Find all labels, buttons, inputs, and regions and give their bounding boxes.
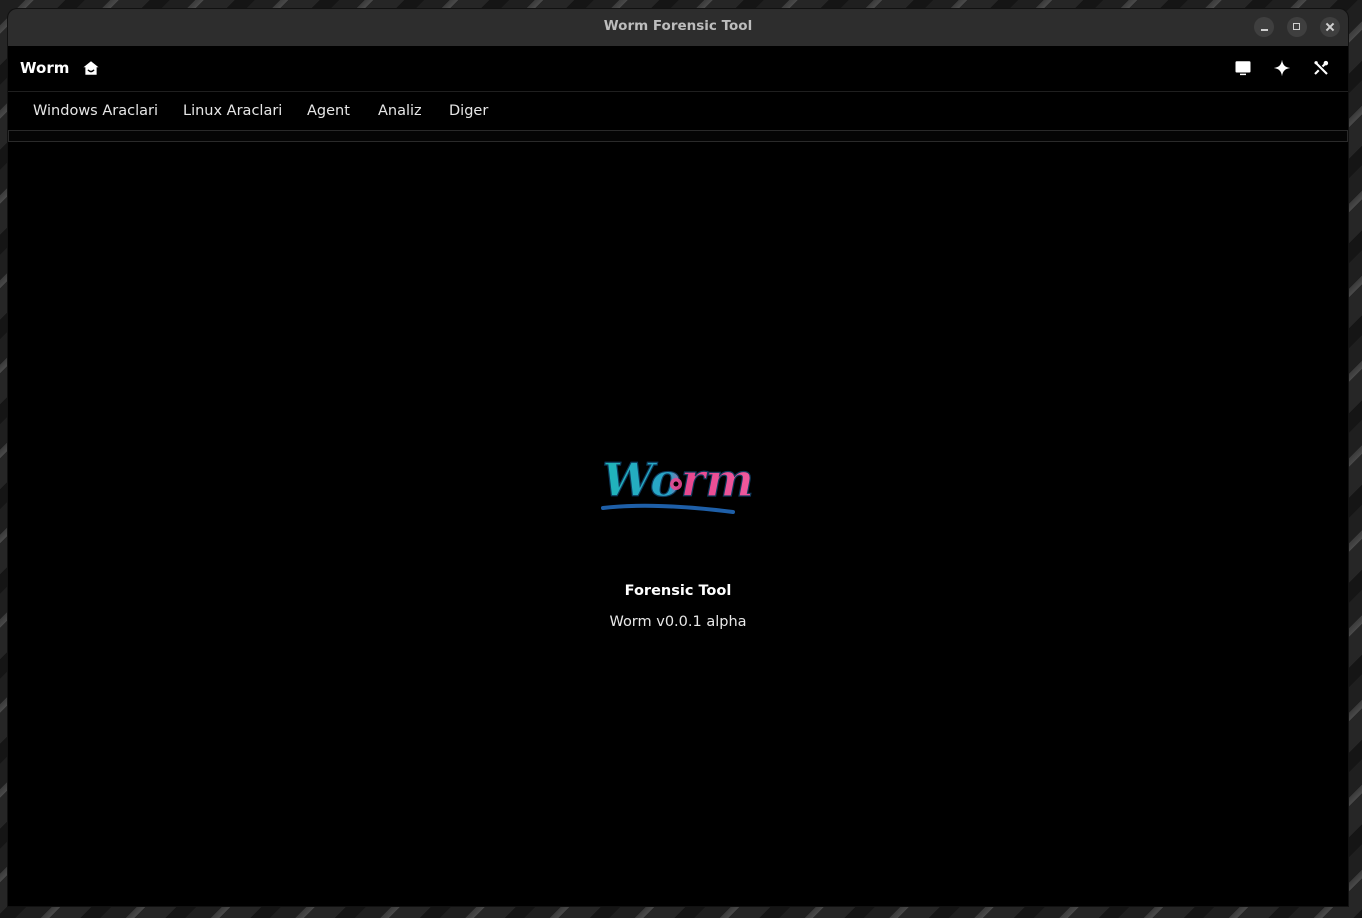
tools-icon[interactable]	[1312, 59, 1330, 77]
menu-analiz[interactable]: Analiz	[378, 92, 422, 130]
menu-windows-araclari[interactable]: Windows Araclari	[33, 92, 158, 130]
sparkle-icon[interactable]	[1273, 59, 1291, 77]
maximize-button[interactable]	[1287, 17, 1307, 37]
toolbar-divider	[8, 130, 1348, 142]
home-icon[interactable]	[82, 59, 100, 77]
minimize-button[interactable]	[1254, 17, 1274, 37]
worm-logo: Worm	[601, 452, 754, 514]
menu-diger[interactable]: Diger	[449, 92, 488, 130]
menu-linux-araclari[interactable]: Linux Araclari	[183, 92, 282, 130]
main-content: Worm Forensic Tool Worm v0.0.1 alpha	[8, 142, 1348, 906]
close-button[interactable]	[1320, 17, 1340, 37]
menu-agent[interactable]: Agent	[307, 92, 350, 130]
window-titlebar[interactable]: Worm Forensic Tool	[8, 9, 1348, 46]
app-window: Worm Forensic Tool Worm Windows Araclari…	[8, 9, 1348, 906]
menu-bar: Windows Araclari Linux Araclari Agent An…	[8, 92, 1348, 130]
window-title: Worm Forensic Tool	[603, 18, 753, 34]
app-subtitle: Forensic Tool	[624, 583, 732, 599]
screen-icon[interactable]	[1234, 59, 1252, 77]
app-title: Worm	[20, 59, 70, 77]
app-version: Worm v0.0.1 alpha	[609, 614, 747, 630]
app-header: Worm	[8, 46, 1348, 92]
